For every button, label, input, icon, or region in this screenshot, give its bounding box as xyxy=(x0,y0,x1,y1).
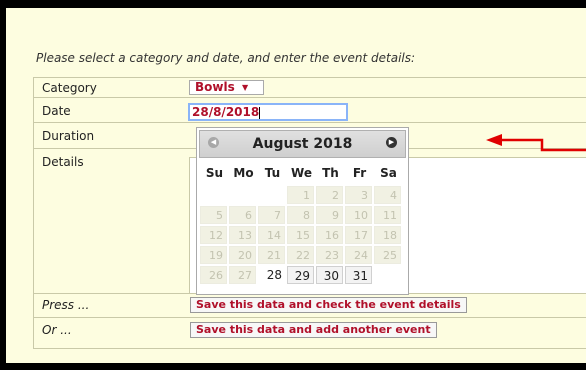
calendar-day-disabled: 12 xyxy=(200,226,227,244)
calendar-day-disabled: 18 xyxy=(374,226,401,244)
category-value: Bowls xyxy=(195,80,235,94)
calendar-day-disabled: 21 xyxy=(258,246,285,264)
calendar-day-disabled: 17 xyxy=(345,226,372,244)
intro-text: Please select a category and date, and e… xyxy=(36,51,416,65)
or-label: Or ... xyxy=(42,323,72,337)
calendar-day-disabled: 23 xyxy=(316,246,343,264)
calendar-day-disabled: 11 xyxy=(374,206,401,224)
calendar-day[interactable]: 28 xyxy=(258,266,285,284)
calendar-day-disabled: 26 xyxy=(200,266,227,284)
press-label: Press ... xyxy=(42,298,90,312)
calendar-empty-cell xyxy=(374,266,401,284)
weekday-label: Th xyxy=(322,166,339,180)
weekday-label: Fr xyxy=(352,166,367,180)
calendar-month-title: August 2018 xyxy=(252,136,353,152)
date-label: Date xyxy=(42,104,71,118)
calendar-day-disabled: 13 xyxy=(229,226,256,244)
calendar-empty-cell xyxy=(258,186,285,204)
calendar-day-disabled: 19 xyxy=(200,246,227,264)
calendar-day-disabled: 4 xyxy=(374,186,401,204)
calendar-day-disabled: 15 xyxy=(287,226,314,244)
duration-label: Duration xyxy=(42,129,95,143)
row-divider xyxy=(34,317,586,318)
calendar-day-disabled: 7 xyxy=(258,206,285,224)
calendar-day[interactable]: 31 xyxy=(345,266,372,284)
calendar-day-disabled: 1 xyxy=(287,186,314,204)
dropdown-arrow-icon: ▼ xyxy=(242,83,249,92)
calendar-day-disabled: 9 xyxy=(316,206,343,224)
date-value: 28/8/2018 xyxy=(192,105,260,119)
details-label: Details xyxy=(42,155,84,169)
calendar-day-disabled: 22 xyxy=(287,246,314,264)
weekday-label: Mo xyxy=(233,166,254,180)
calendar-day-disabled: 5 xyxy=(200,206,227,224)
calendar-day-disabled: 16 xyxy=(316,226,343,244)
calendar-day-disabled: 14 xyxy=(258,226,285,244)
calendar-header: ◀ August 2018 ▶ xyxy=(199,130,406,158)
weekday-header: Su Mo Tu We Th Fr Sa xyxy=(200,162,403,184)
calendar-empty-cell xyxy=(229,186,256,204)
calendar-day-disabled: 8 xyxy=(287,206,314,224)
category-label: Category xyxy=(42,81,97,95)
date-input[interactable]: 28/8/2018 xyxy=(188,103,348,121)
category-select[interactable]: Bowls ▼ xyxy=(189,80,264,95)
weekday-label: Sa xyxy=(380,166,397,180)
save-check-button[interactable]: Save this data and check the event detai… xyxy=(190,297,467,313)
calendar-day-disabled: 10 xyxy=(345,206,372,224)
datepicker-calendar: ◀ August 2018 ▶ Su Mo Tu We Th Fr Sa 123456789… xyxy=(196,127,409,295)
calendar-day[interactable]: 30 xyxy=(316,266,343,284)
calendar-day-grid: 1 2 3 4 5 6 7 8 9 10 11 12 13 14 15 16 17 18 19 20 21 22 23 24 2… xyxy=(200,186,401,284)
calendar-day-disabled: 25 xyxy=(374,246,401,264)
row-divider xyxy=(34,122,586,123)
calendar-empty-cell xyxy=(200,186,227,204)
event-entry-page: Please select a category and date, and e… xyxy=(6,8,586,363)
weekday-label: We xyxy=(291,166,312,180)
calendar-day-disabled: 3 xyxy=(345,186,372,204)
weekday-label: Tu xyxy=(264,166,281,180)
calendar-day-disabled: 20 xyxy=(229,246,256,264)
row-divider xyxy=(34,97,586,98)
calendar-day-disabled: 24 xyxy=(345,246,372,264)
calendar-day-disabled: 6 xyxy=(229,206,256,224)
text-caret xyxy=(259,106,261,119)
save-add-button[interactable]: Save this data and add another event xyxy=(190,322,437,338)
calendar-day[interactable]: 29 xyxy=(287,266,314,284)
calendar-day-disabled: 2 xyxy=(316,186,343,204)
weekday-label: Su xyxy=(205,166,224,180)
next-month-icon[interactable]: ▶ xyxy=(386,137,397,148)
calendar-day-disabled: 27 xyxy=(229,266,256,284)
